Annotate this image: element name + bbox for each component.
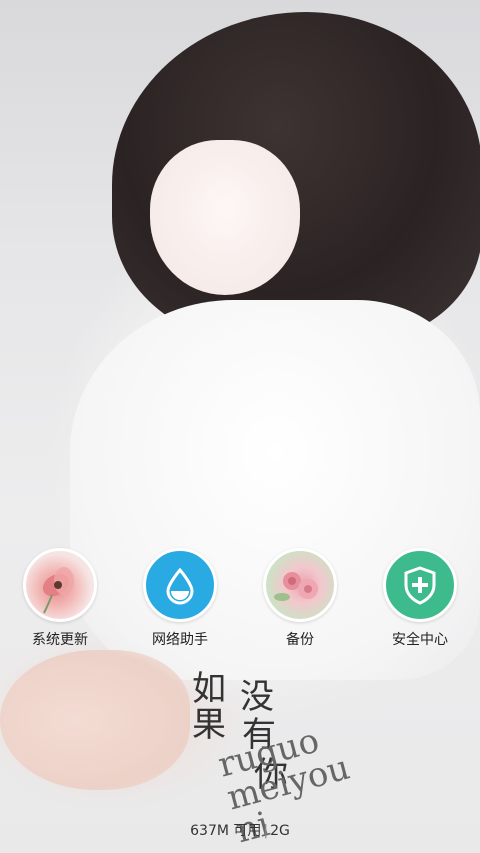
- title-char: 果: [192, 705, 226, 745]
- app-dock: 系统更新 网络助手 备份 安全中心: [0, 548, 480, 658]
- shield-plus-icon: [383, 548, 457, 622]
- status-divider: |: [263, 823, 269, 839]
- roses-photo-icon: [263, 548, 337, 622]
- dock-label: 网络助手: [152, 632, 208, 648]
- dock-label: 系统更新: [32, 632, 88, 648]
- dock-label: 安全中心: [392, 632, 448, 648]
- app-network-assistant[interactable]: 网络助手: [130, 548, 230, 649]
- memory-status: 637M 可用 | 2G: [0, 820, 480, 840]
- home-screen: 系统更新 网络助手 备份 安全中心 如 没 果 有 你 ruguo meiyou…: [0, 0, 480, 853]
- title-char: 没: [240, 677, 274, 717]
- app-system-update[interactable]: 系统更新: [10, 548, 110, 649]
- memory-available: 637M 可用: [190, 823, 262, 839]
- flower-photo-icon: [23, 548, 97, 622]
- app-backup[interactable]: 备份: [250, 548, 350, 649]
- wallpaper-feet: [0, 650, 190, 790]
- network-type: 2G: [270, 823, 290, 839]
- title-char: 如: [192, 669, 226, 709]
- wallpaper-face: [150, 140, 300, 295]
- dock-label: 备份: [286, 632, 314, 648]
- water-drop-icon: [143, 548, 217, 622]
- app-security-center[interactable]: 安全中心: [370, 548, 470, 649]
- wallpaper-title: 如 没 果 有 你 ruguo meiyou ni: [188, 669, 354, 851]
